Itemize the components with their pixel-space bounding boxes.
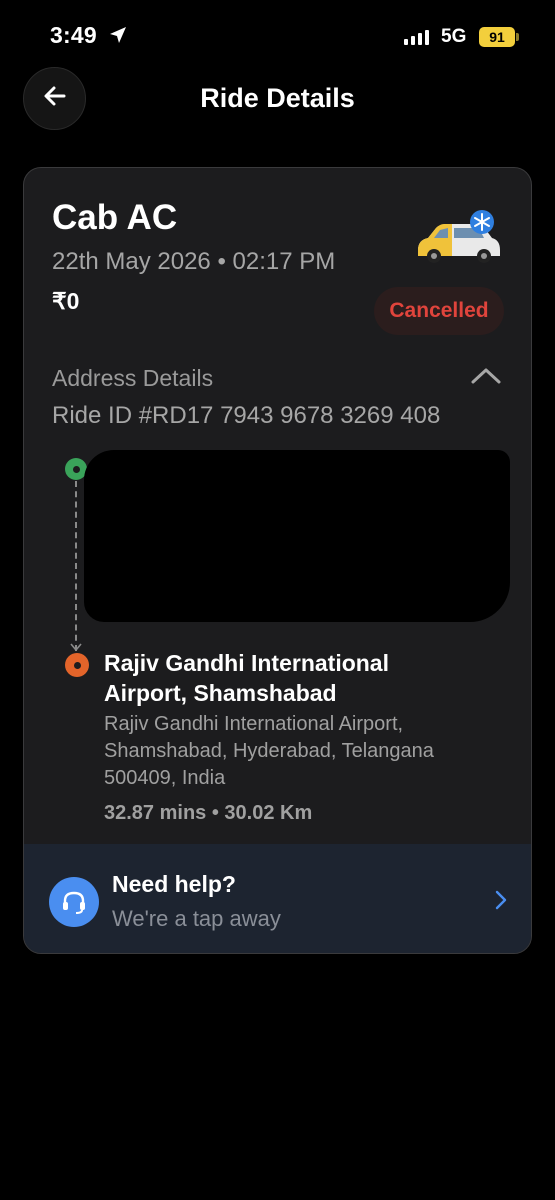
ride-type: Cab AC	[52, 198, 178, 237]
chevron-up-icon	[468, 368, 504, 392]
status-bar: 3:49 5G 91	[0, 0, 555, 70]
trip-stats: 32.87 mins • 30.02 Km	[104, 802, 313, 824]
ride-fare: ₹0	[52, 288, 80, 314]
drop-marker-icon	[65, 653, 89, 677]
collapse-address-button[interactable]	[468, 364, 504, 388]
address-section-title: Address Details	[52, 365, 214, 391]
ride-card: Cab AC 22th May 2026 • 02:17 PM ₹0 Cance…	[23, 167, 532, 954]
location-arrow-icon	[108, 25, 128, 50]
help-title: Need help?	[112, 871, 236, 897]
battery-tip	[516, 33, 519, 41]
status-time: 3:49	[50, 22, 97, 48]
ride-id: Ride ID #RD17 7943 9678 3269 408	[52, 402, 441, 429]
drop-location-name: Rajiv Gandhi International Airport, Sham…	[104, 650, 389, 706]
redacted-pickup-address	[84, 450, 510, 622]
cellular-signal-icon	[404, 29, 429, 45]
battery-level: 91	[489, 29, 505, 45]
chevron-right-icon	[494, 889, 508, 916]
page-title: Ride Details	[200, 83, 355, 113]
network-type: 5G	[441, 26, 467, 47]
ride-datetime: 22th May 2026 • 02:17 PM	[52, 248, 336, 275]
route-line	[75, 481, 77, 651]
ride-status-badge: Cancelled	[374, 287, 504, 335]
need-help-button[interactable]: Need help? We're a tap away	[24, 844, 531, 953]
ac-cab-car-icon	[418, 210, 500, 263]
battery-icon: 91	[479, 27, 515, 47]
drop-location-address: Rajiv Gandhi International Airport, Sham…	[104, 713, 434, 789]
help-subtitle: We're a tap away	[112, 906, 281, 931]
headset-icon	[49, 877, 99, 927]
